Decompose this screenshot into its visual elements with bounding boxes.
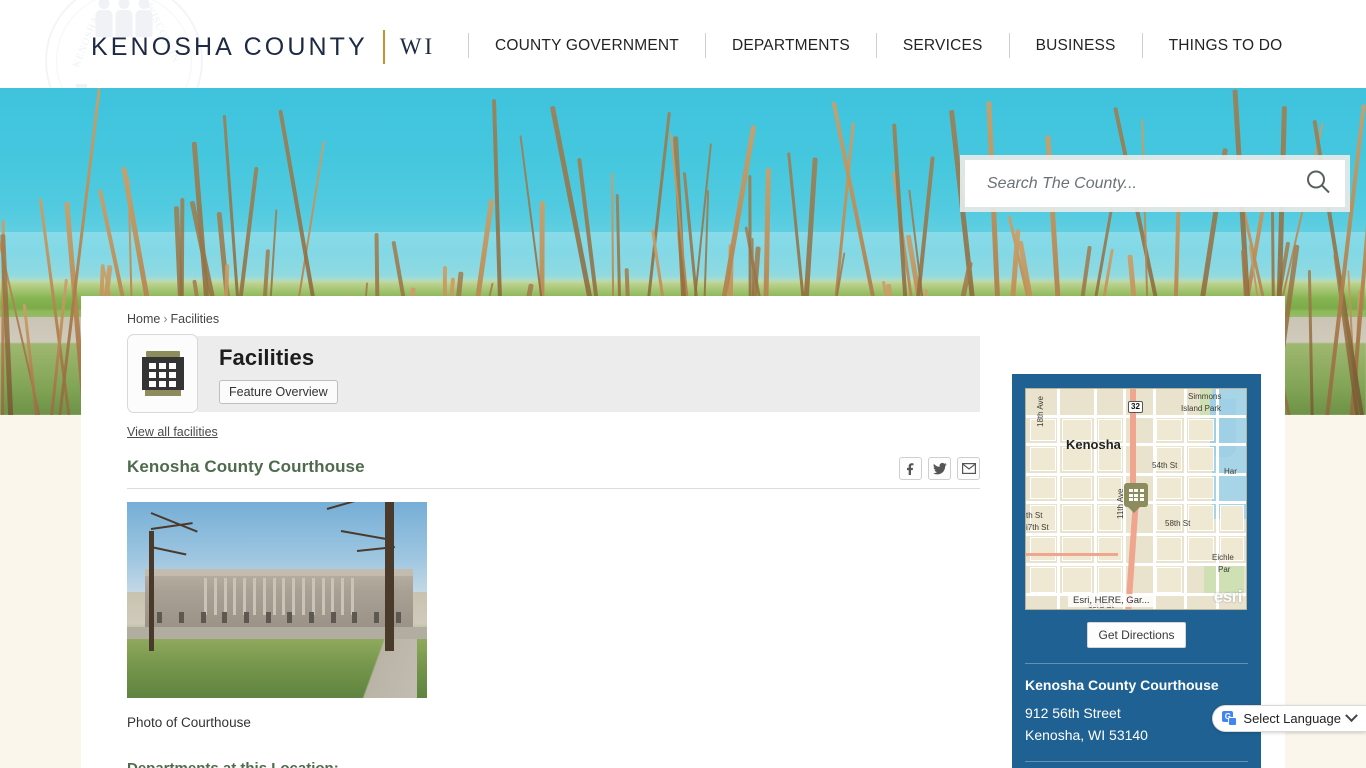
get-directions-wrapper: Get Directions — [1025, 622, 1248, 648]
facebook-share-icon[interactable] — [899, 457, 922, 480]
logo-separator — [382, 30, 385, 64]
breadcrumb-home-link[interactable]: Home — [127, 312, 160, 326]
map-label-har: Har — [1224, 467, 1237, 476]
feature-icon-box — [127, 334, 198, 413]
feature-overview-button[interactable]: Feature Overview — [219, 379, 338, 404]
photo-caption: Photo of Courthouse — [127, 715, 251, 730]
site-header: KENOSHA WISCONSIN KENOSHA COUNTY WI COUN… — [0, 0, 1366, 88]
search-icon[interactable] — [1305, 168, 1331, 199]
map-label-kenosha: Kenosha — [1066, 437, 1121, 452]
building-grid-icon — [141, 351, 184, 396]
map-highway-shield: 32 — [1128, 401, 1143, 413]
content-columns: Facilities Feature Overview View all fac… — [105, 334, 1261, 768]
map-label-eichle: Eichle — [1212, 553, 1234, 562]
sidebar-divider-bottom — [1025, 761, 1248, 762]
site-logo[interactable]: KENOSHA COUNTY WI — [91, 30, 435, 64]
breadcrumb-current: Facilities — [170, 312, 220, 326]
main-navigation: COUNTY GOVERNMENT DEPARTMENTS SERVICES B… — [468, 33, 1308, 58]
view-all-facilities-link[interactable]: View all facilities — [127, 425, 218, 439]
map-label-58th-st: 58th St — [1165, 519, 1191, 528]
nav-item-services[interactable]: SERVICES — [877, 35, 1009, 57]
facility-name: Kenosha County Courthouse — [127, 457, 365, 476]
search-input[interactable] — [965, 160, 1345, 207]
sidebar-facility-title: Kenosha County Courthouse — [1025, 677, 1219, 693]
search-input-wrapper[interactable] — [965, 160, 1345, 207]
search-box[interactable] — [960, 155, 1350, 212]
right-column: 32 Kenosha Simmons Island Park 18th Ave … — [1012, 336, 1261, 768]
logo-county-name: KENOSHA COUNTY — [91, 32, 368, 61]
get-directions-button[interactable]: Get Directions — [1087, 622, 1186, 648]
map-label-island-park: Island Park — [1181, 404, 1222, 413]
facility-header: Kenosha County Courthouse — [127, 457, 980, 480]
nav-item-things-to-do[interactable]: THINGS TO DO — [1143, 35, 1309, 57]
esri-logo: esri — [1213, 587, 1243, 606]
facility-map-pin-icon[interactable] — [1124, 483, 1148, 513]
nav-item-county-government[interactable]: COUNTY GOVERNMENT — [469, 35, 705, 57]
map-attribution: Esri, HERE, Gar... — [1068, 594, 1155, 607]
page-title: Facilities — [219, 344, 315, 370]
facility-divider — [127, 488, 980, 489]
main-content-panel: Home › Facilities Facilities Feature Overv… — [81, 296, 1285, 768]
chevron-down-icon[interactable] — [1345, 709, 1358, 723]
left-column: Facilities Feature Overview View all fac… — [105, 334, 980, 768]
google-translate-icon: G — [1222, 711, 1238, 726]
location-map[interactable]: 32 Kenosha Simmons Island Park 18th Ave … — [1025, 388, 1247, 610]
nav-item-departments[interactable]: DEPARTMENTS — [706, 35, 876, 57]
breadcrumb-separator: › — [163, 312, 168, 326]
share-buttons — [899, 457, 980, 480]
map-label-simmons: Simmons — [1188, 392, 1222, 401]
feature-header-bar: Facilities Feature Overview — [127, 334, 980, 413]
feature-text: Facilities Feature Overview — [197, 345, 338, 404]
page-root: Home›Facilities Facilities Feature Overv… — [0, 0, 1366, 768]
facility-photo — [127, 502, 427, 698]
language-selector[interactable]: G Select Language — [1212, 705, 1366, 732]
map-label-18th-ave: 18th Ave — [1036, 396, 1045, 427]
map-label-i7th-st: i7th St — [1026, 523, 1049, 532]
breadcrumb: Home › Facilities — [105, 312, 1261, 336]
language-selector-label: Select Language — [1243, 711, 1341, 726]
map-label-th-st: th St — [1026, 511, 1043, 520]
email-share-icon[interactable] — [957, 457, 980, 480]
departments-heading: Departments at this Location: — [127, 760, 980, 768]
sidebar-divider-top — [1025, 663, 1248, 664]
twitter-share-icon[interactable] — [928, 457, 951, 480]
map-label-54th-st: 54th St — [1152, 461, 1178, 470]
nav-item-business[interactable]: BUSINESS — [1010, 35, 1142, 57]
logo-state-abbrev: WI — [399, 34, 436, 59]
map-label-par: Par — [1218, 565, 1231, 574]
